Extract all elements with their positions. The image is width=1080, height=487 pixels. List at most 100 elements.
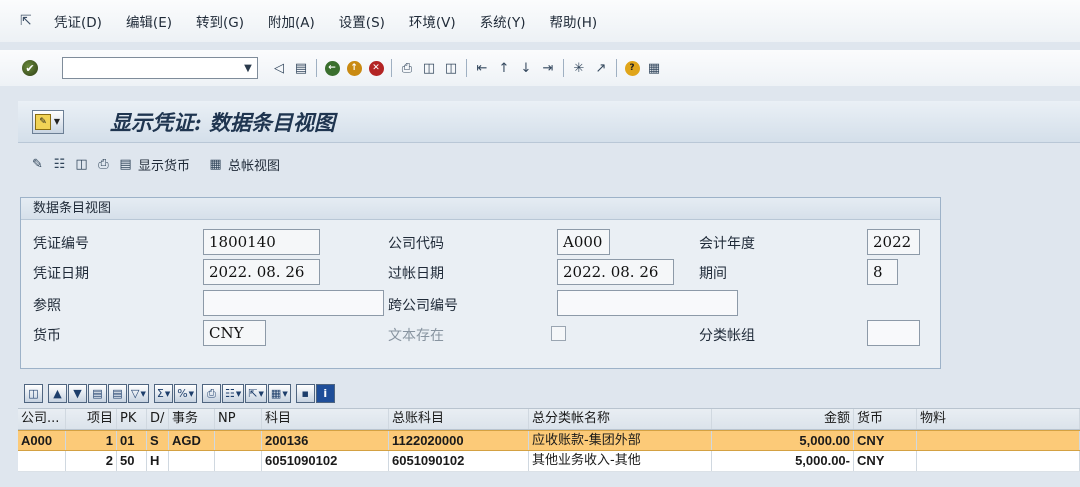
doc-number-field[interactable]: 1800140: [203, 229, 320, 255]
menu-document[interactable]: 凭证(D): [42, 11, 114, 31]
col-company-code[interactable]: 公司...: [18, 409, 66, 429]
cell-gl-account: 6051090102: [389, 451, 529, 471]
col-currency[interactable]: 货币: [854, 409, 917, 429]
reference-label: 参照: [33, 298, 61, 314]
reference-field[interactable]: [203, 290, 384, 316]
views-icon[interactable]: ☷ ▼: [222, 384, 245, 403]
cell-np: [215, 431, 262, 450]
col-item[interactable]: 项目: [66, 409, 117, 429]
general-ledger-view-button[interactable]: 总帐视图: [228, 155, 280, 174]
menu-bar: ⇱ 凭证(D) 编辑(E) 转到(G) 附加(A) 设置(S) 环境(V) 系统…: [0, 0, 1080, 42]
fiscal-year-field[interactable]: 2022: [867, 229, 920, 255]
col-transaction[interactable]: 事务: [169, 409, 215, 429]
info-icon[interactable]: i: [315, 384, 335, 403]
menu-settings[interactable]: 设置(S): [327, 11, 397, 31]
cell-gl-account-name: 其他业务收入-其他: [529, 451, 712, 471]
sort-descending-icon[interactable]: ▼: [68, 384, 87, 403]
cell-posting-key: 01: [117, 431, 147, 450]
period-field[interactable]: 8: [867, 259, 898, 285]
cell-gl-account-name: 应收账款-集团外部: [529, 431, 712, 450]
exit-icon[interactable]: ↑: [345, 59, 363, 77]
overview-icon[interactable]: ◫: [72, 155, 91, 174]
new-session-icon[interactable]: ✳: [570, 59, 588, 77]
menu-help[interactable]: 帮助(H): [537, 11, 609, 31]
alv-toolbar: ◫ ▲ ▼ ▤ ▤ ▽ ▼ Σ ▼ % ▼ ⎙ ☷ ▼ ⇱ ▼ ▦ ▼ ▪ i: [18, 380, 1080, 407]
find-icon[interactable]: ▤: [88, 384, 107, 403]
currency-icon[interactable]: ▤: [116, 155, 135, 174]
chevron-down-icon[interactable]: ▼: [241, 63, 255, 74]
doc-date-field[interactable]: 2022. 08. 26: [203, 259, 320, 285]
col-account[interactable]: 科目: [262, 409, 389, 429]
layout-icon[interactable]: ▦ ▼: [267, 384, 291, 403]
table-header: 公司... 项目 PK D/ 事务 NP 科目 总账科目 总分类帐名称 金额 货…: [18, 409, 1080, 430]
col-posting-key[interactable]: PK: [117, 409, 147, 429]
cell-posting-key: 50: [117, 451, 147, 471]
ledger-view-icon[interactable]: ▦: [206, 155, 225, 174]
help-icon[interactable]: ?: [623, 59, 641, 77]
cancel-icon[interactable]: ✕: [367, 59, 385, 77]
last-page-icon[interactable]: ⇥: [539, 59, 557, 77]
title-bar: ✎ ▼ 显示凭证: 数据条目视图: [18, 101, 1080, 143]
export-icon[interactable]: ⇱ ▼: [245, 384, 267, 403]
details-icon[interactable]: ◫: [24, 384, 43, 403]
ledger-group-field[interactable]: [867, 320, 920, 346]
find-next-icon[interactable]: ◫: [442, 59, 460, 77]
cell-amount: 5,000.00-: [712, 451, 854, 471]
col-np[interactable]: NP: [215, 409, 262, 429]
currency-field[interactable]: CNY: [203, 320, 266, 346]
print-preview-icon[interactable]: ⎙: [202, 384, 222, 403]
filter-icon[interactable]: ▽ ▼: [128, 384, 149, 403]
table-row[interactable]: 2 50 H 6051090102 6051090102 其他业务收入-其他 5…: [18, 451, 1080, 472]
enter-icon[interactable]: ✔: [22, 60, 38, 76]
cell-currency: CNY: [854, 431, 917, 450]
fiscal-year-label: 会计年度: [699, 236, 755, 252]
command-field[interactable]: ▼: [62, 57, 258, 79]
graphic-icon[interactable]: ▪: [295, 384, 315, 403]
first-page-icon[interactable]: ⇤: [473, 59, 491, 77]
company-code-field[interactable]: A000: [557, 229, 610, 255]
company-code-label: 公司代码: [388, 236, 444, 252]
col-gl-account-name[interactable]: 总分类帐名称: [529, 409, 712, 429]
col-material[interactable]: 物料: [917, 409, 1080, 429]
back-green-icon[interactable]: ←: [323, 59, 341, 77]
sum-icon[interactable]: Σ ▼: [153, 384, 174, 403]
cell-transaction: [169, 451, 215, 471]
cell-transaction: AGD: [169, 431, 215, 450]
cell-item: 2: [66, 451, 117, 471]
cross-company-field[interactable]: [557, 290, 738, 316]
prev-page-icon[interactable]: ↑: [495, 59, 513, 77]
find-icon[interactable]: ◫: [420, 59, 438, 77]
chevron-down-icon: ▼: [53, 117, 61, 126]
text-exists-checkbox[interactable]: [551, 326, 566, 341]
sort-ascending-icon[interactable]: ▲: [48, 384, 67, 403]
menu-environment[interactable]: 环境(V): [397, 11, 468, 31]
col-debit-credit[interactable]: D/: [147, 409, 169, 429]
menu-exit-icon[interactable]: ⇱: [20, 13, 42, 29]
menu-extras[interactable]: 附加(A): [256, 11, 327, 31]
print-icon[interactable]: ⎙: [94, 155, 113, 174]
menu-goto[interactable]: 转到(G): [184, 11, 256, 31]
screen-menu-button[interactable]: ✎ ▼: [32, 109, 64, 134]
print-icon[interactable]: ⎙: [398, 59, 416, 77]
table-row[interactable]: A000 1 01 S AGD 200136 1122020000 应收账款-集…: [18, 430, 1080, 451]
shortcut-icon[interactable]: ↗: [592, 59, 610, 77]
doc-date-label: 凭证日期: [33, 266, 89, 282]
cell-company-code: [18, 451, 66, 471]
save-icon[interactable]: ▤: [292, 59, 310, 77]
menu-edit[interactable]: 编辑(E): [114, 11, 184, 31]
col-gl-account[interactable]: 总账科目: [389, 409, 529, 429]
display-other-icon[interactable]: ☷: [50, 155, 69, 174]
page-title: 显示凭证: 数据条目视图: [110, 109, 336, 135]
display-currency-button[interactable]: 显示货币: [138, 155, 190, 174]
menu-system[interactable]: 系统(Y): [468, 11, 538, 31]
back-icon[interactable]: ◁: [270, 59, 288, 77]
col-amount[interactable]: 金额: [712, 409, 854, 429]
subtotal-icon[interactable]: % ▼: [174, 384, 198, 403]
customize-layout-icon[interactable]: ▦: [645, 59, 663, 77]
change-pencil-icon[interactable]: ✎: [28, 155, 47, 174]
find-next-icon[interactable]: ▤: [108, 384, 127, 403]
posting-date-label: 过帐日期: [388, 266, 444, 282]
posting-date-field[interactable]: 2022. 08. 26: [557, 259, 674, 285]
cell-item: 1: [66, 431, 117, 450]
next-page-icon[interactable]: ↓: [517, 59, 535, 77]
